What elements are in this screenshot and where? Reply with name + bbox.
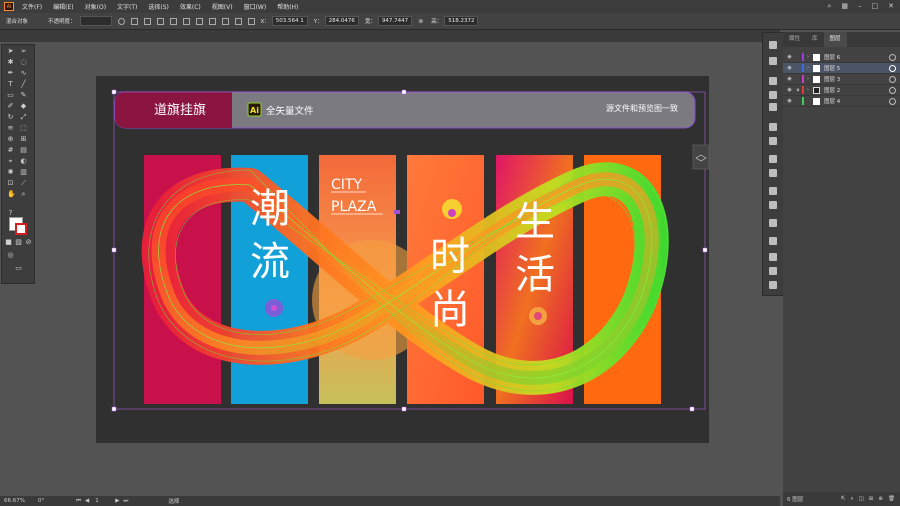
layer-row[interactable]: ◉ 🔒︎ › 图层 2	[783, 85, 900, 96]
visibility-eye-icon[interactable]: ◉	[785, 76, 794, 82]
layer-color-swatch	[802, 64, 804, 72]
clipping-mask-icon[interactable]: ◫	[859, 496, 864, 502]
tab-layers[interactable]: 图层	[823, 32, 847, 47]
layers-panel: 属性 库 图层 ◉ › 图层 6 ◉ › 图层 5 ◉ › 图层 3 ◉ 🔒︎ …	[783, 32, 900, 506]
3d-widget-icon[interactable]	[692, 144, 710, 170]
city-text[interactable]: CITY	[331, 177, 362, 193]
target-circle-icon[interactable]	[889, 64, 896, 72]
char-liu[interactable]: 流	[250, 239, 290, 285]
delete-layer-icon[interactable]: 🗑︎	[888, 496, 895, 502]
layer-thumbnail	[813, 75, 820, 83]
layer-name[interactable]: 图层 4	[824, 97, 889, 105]
char-sheng[interactable]: 生	[515, 199, 555, 245]
source-consistent-text: 源文件和预览图一致	[606, 103, 678, 113]
target-circle-icon[interactable]	[889, 86, 896, 94]
visibility-eye-icon[interactable]: ◉	[785, 65, 794, 71]
banner-title: 道旗挂旗	[154, 102, 206, 118]
decor-dot-pink	[448, 209, 456, 217]
brushes-icon[interactable]	[769, 91, 777, 99]
char-huo[interactable]: 活	[515, 252, 555, 298]
current-tool-status: 选择	[168, 499, 180, 505]
gradient-icon[interactable]	[769, 137, 777, 145]
char-shang[interactable]: 尚	[430, 287, 470, 333]
selection-handle[interactable]	[394, 210, 400, 214]
right-panel-dock	[762, 32, 784, 296]
rotation-value[interactable]: 0°	[38, 498, 72, 504]
color-guide-icon[interactable]	[769, 77, 777, 85]
char-shi[interactable]: 时	[430, 234, 470, 280]
layer-thumbnail	[813, 86, 820, 94]
lock-icon[interactable]: 🔒︎	[794, 87, 802, 93]
pathfinder-icon[interactable]	[769, 267, 777, 275]
layer-thumbnail	[813, 53, 820, 61]
layer-row[interactable]: ◉ 图层 4	[783, 96, 900, 107]
layer-name[interactable]: 图层 2	[824, 86, 889, 94]
layers-footer: 6 图层 ⇱ ⌕ ◫ ⊞ ⊕ 🗑︎	[783, 492, 900, 506]
prev-artboard-icon[interactable]: ◀	[85, 498, 89, 504]
visibility-eye-icon[interactable]: ◉	[785, 98, 794, 104]
new-layer-icon[interactable]: ⊕	[878, 496, 883, 502]
comments-icon[interactable]	[769, 219, 777, 227]
layer-row-selected[interactable]: ◉ › 图层 5	[783, 63, 900, 74]
banner-bar: 道旗挂旗 Ai 全矢量文件 源文件和预览图一致	[114, 91, 696, 129]
artboard-number[interactable]: 1	[95, 498, 111, 504]
next-artboard-icon[interactable]: ▶	[115, 498, 119, 504]
visibility-eye-icon[interactable]: ◉	[785, 87, 794, 93]
symbols-icon[interactable]	[769, 103, 777, 111]
tab-properties[interactable]: 属性	[783, 32, 806, 47]
vector-file-text: 全矢量文件	[266, 105, 314, 117]
export-icon[interactable]	[769, 187, 777, 195]
transform-panel-icon[interactable]	[769, 281, 777, 289]
status-bar: 66.67% 0° ⏮ ◀ 1 ▶ ⏭ 选择	[0, 496, 780, 506]
visibility-eye-icon[interactable]: ◉	[785, 54, 794, 60]
properties-icon[interactable]	[769, 41, 777, 49]
ai-badge-text: Ai	[250, 106, 259, 115]
layer-row[interactable]: ◉ › 图层 6	[783, 52, 900, 63]
appearance-icon[interactable]	[769, 155, 777, 163]
layer-count: 6 图层	[787, 497, 804, 503]
export-layer-icon[interactable]: ⇱	[841, 496, 846, 502]
align-panel-icon[interactable]	[769, 253, 777, 261]
last-artboard-icon[interactable]: ⏭	[123, 498, 128, 505]
layer-name[interactable]: 图层 3	[824, 75, 889, 83]
layer-name[interactable]: 图层 5	[824, 64, 889, 72]
layer-thumbnail	[813, 97, 820, 105]
layer-color-swatch	[802, 53, 804, 61]
graphic-styles-icon[interactable]	[769, 169, 777, 177]
decor-dot-purple	[271, 305, 277, 311]
target-circle-icon[interactable]	[889, 53, 896, 61]
layer-row[interactable]: ◉ › 图层 3	[783, 74, 900, 85]
layer-color-swatch	[802, 75, 804, 83]
asset-export-icon[interactable]	[769, 201, 777, 209]
new-sublayer-icon[interactable]: ⊞	[869, 496, 874, 502]
plaza-text[interactable]: PLAZA	[331, 199, 377, 215]
layer-thumbnail	[813, 64, 820, 72]
libraries-icon[interactable]	[769, 57, 777, 65]
flower-decor-icon	[529, 307, 547, 325]
target-circle-icon[interactable]	[889, 97, 896, 105]
stroke-icon[interactable]	[769, 123, 777, 131]
transparency-icon[interactable]	[769, 237, 777, 245]
tab-libraries[interactable]: 库	[806, 32, 824, 47]
layer-color-swatch	[802, 97, 804, 105]
first-artboard-icon[interactable]: ⏮	[76, 498, 81, 505]
zoom-level[interactable]: 66.67%	[4, 498, 34, 504]
layer-name[interactable]: 图层 6	[824, 53, 889, 61]
target-circle-icon[interactable]	[889, 75, 896, 83]
char-chao[interactable]: 潮	[250, 186, 290, 232]
locate-object-icon[interactable]: ⌕	[851, 496, 854, 503]
layer-color-swatch	[802, 86, 804, 94]
